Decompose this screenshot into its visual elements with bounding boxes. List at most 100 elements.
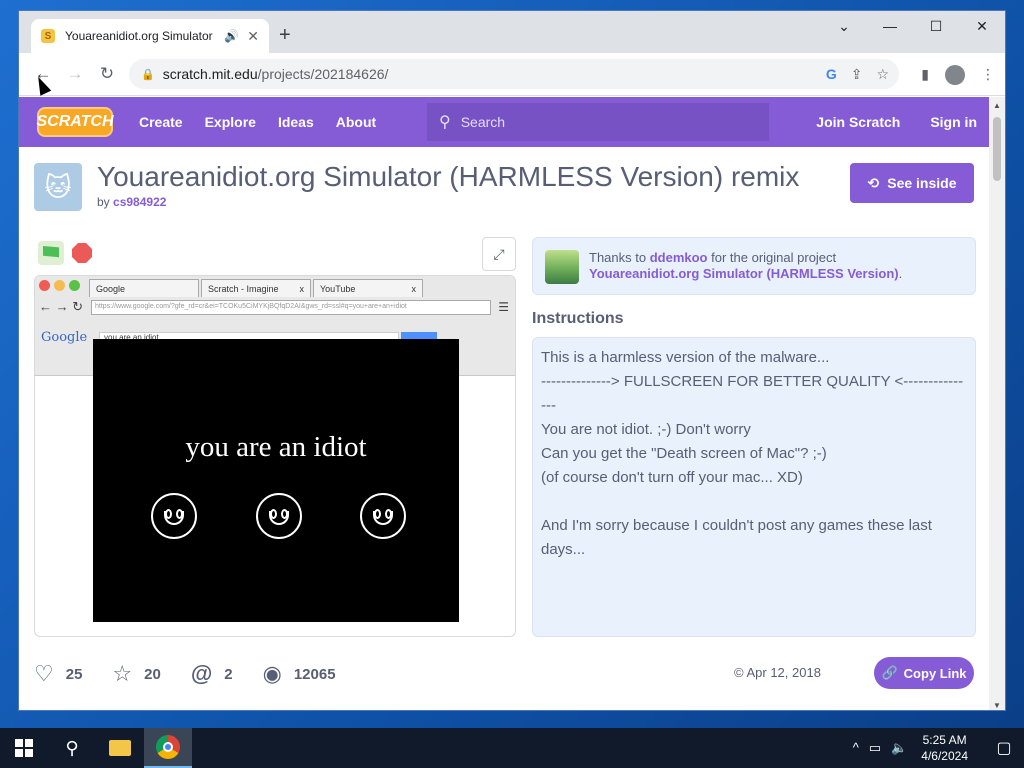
- see-inside-label: See inside: [887, 175, 957, 191]
- clock[interactable]: 5:25 AM 4/6/2024: [921, 732, 968, 764]
- url-host: scratch.mit.edu: [162, 66, 258, 82]
- views-stat: ◉ 12065: [262, 661, 336, 686]
- maximize-button[interactable]: ☐: [913, 11, 959, 41]
- scratch-logo[interactable]: SCRATCH: [36, 107, 114, 137]
- clock-time: 5:25 AM: [922, 733, 967, 747]
- idiot-popup: you are an idiot: [93, 339, 459, 622]
- share-icon[interactable]: ⇪: [851, 66, 863, 83]
- profile-avatar-icon[interactable]: [945, 64, 965, 85]
- project-stage[interactable]: Google Scratch - Imagine x YouTube x ← → ↻…: [34, 275, 516, 637]
- copy-link-button[interactable]: 🔗 Copy Link: [874, 657, 974, 689]
- clock-date: 4/6/2024: [921, 749, 968, 763]
- project-stats: ♡ 25 ☆ 20 @2 ◉ 12065 © Apr 12, 2018 🔗 Copy L…: [34, 657, 974, 691]
- lock-icon[interactable]: 🔒: [141, 68, 155, 81]
- nav-about[interactable]: About: [336, 114, 376, 130]
- speaker-icon[interactable]: 🔊: [224, 29, 239, 43]
- green-flag-icon: [43, 246, 59, 258]
- project-header: 🐱 Youareanidiot.org Simulator (HARMLESS …: [34, 161, 974, 219]
- favorite-stat[interactable]: ☆ 20: [112, 661, 160, 687]
- smiley-icon: [151, 493, 197, 539]
- scroll-down-icon[interactable]: ▼: [989, 701, 1005, 710]
- fake-url-bar: https://www.google.com/?gfe_rd=cr&ei=TCO…: [91, 300, 491, 315]
- link-icon: 🔗: [881, 665, 898, 680]
- sign-in-link[interactable]: Sign in: [930, 114, 977, 130]
- search-input[interactable]: ⚲ Search: [427, 103, 769, 141]
- eye-icon: ◉: [262, 661, 282, 686]
- bookmark-star-icon[interactable]: ☆: [876, 66, 889, 83]
- love-stat[interactable]: ♡ 25: [34, 661, 82, 687]
- browser-tab[interactable]: S Youareanidiot.org Simulator 🔊 ✕: [31, 19, 269, 53]
- green-flag-button[interactable]: [38, 241, 64, 265]
- forward-button[interactable]: →: [59, 64, 91, 84]
- close-tab-icon[interactable]: ✕: [247, 28, 259, 45]
- google-lens-icon[interactable]: G: [826, 66, 837, 82]
- nav-ideas[interactable]: Ideas: [278, 114, 314, 130]
- original-author-link[interactable]: ddemkoo: [650, 250, 708, 265]
- side-panel-icon[interactable]: ▮: [921, 66, 929, 83]
- smiley-icon: [256, 493, 302, 539]
- author-avatar[interactable]: 🐱: [34, 163, 82, 211]
- player-controls: ⤢: [34, 237, 516, 271]
- notification-icon[interactable]: ▢: [984, 738, 1024, 758]
- remix-icon: ⟲: [867, 174, 880, 191]
- browser-toolbar: ← → ↻ 🔒 scratch.mit.edu/projects/2021846…: [19, 53, 1005, 96]
- windows-logo-icon: [15, 739, 33, 757]
- tab-strip: S Youareanidiot.org Simulator 🔊 ✕ + ⌄ — …: [19, 11, 1005, 53]
- address-bar[interactable]: 🔒 scratch.mit.edu/projects/202184626/ G …: [129, 59, 899, 89]
- url-path: /projects/202184626/: [257, 66, 389, 82]
- shared-date: © Apr 12, 2018: [734, 665, 821, 680]
- fake-tab-scratch: Scratch - Imagine x: [201, 279, 311, 297]
- project-title: Youareanidiot.org Simulator (HARMLESS Ve…: [97, 161, 800, 192]
- scratch-navbar: SCRATCH Create Explore Ideas About ⚲ Sea…: [19, 97, 991, 147]
- original-project-link[interactable]: Youareanidiot.org Simulator (HARMLESS Ve…: [589, 266, 899, 281]
- folder-icon: [109, 740, 131, 756]
- reload-button[interactable]: ↻: [91, 64, 123, 84]
- remix-spiral-icon: @: [190, 661, 213, 686]
- heart-icon: ♡: [34, 661, 54, 686]
- stop-button[interactable]: [72, 243, 92, 263]
- remix-stat: @2: [190, 661, 233, 686]
- browser-window: S Youareanidiot.org Simulator 🔊 ✕ + ⌄ — …: [18, 10, 1006, 711]
- by-label: by: [97, 195, 110, 209]
- show-hidden-icons-icon[interactable]: ^: [853, 740, 859, 756]
- taskbar-search-button[interactable]: ⚲: [48, 728, 96, 768]
- remix-credit-box: Thanks to ddemkoo for the original proje…: [532, 237, 976, 295]
- scratch-favicon-icon: S: [41, 29, 55, 43]
- network-icon[interactable]: ▭: [869, 740, 881, 756]
- start-button[interactable]: [0, 728, 48, 768]
- fake-tab-google: Google: [89, 279, 199, 297]
- search-placeholder: Search: [460, 114, 506, 130]
- scroll-up-icon[interactable]: ▲: [989, 101, 1005, 110]
- volume-muted-icon[interactable]: 🔈: [891, 740, 907, 756]
- original-project-thumbnail[interactable]: [545, 250, 579, 284]
- page-scrollbar[interactable]: ▲ ▼: [989, 97, 1005, 710]
- chrome-icon: [156, 735, 180, 759]
- chrome-menu-icon[interactable]: ⋮: [981, 66, 995, 83]
- nav-create[interactable]: Create: [139, 114, 183, 130]
- instructions-text: This is a harmless version of the malwar…: [532, 337, 976, 637]
- fake-tab-youtube: YouTube x: [313, 279, 423, 297]
- file-explorer-button[interactable]: [96, 728, 144, 768]
- tab-search-button[interactable]: ⌄: [821, 11, 867, 41]
- minimize-button[interactable]: —: [867, 11, 913, 41]
- join-scratch-link[interactable]: Join Scratch: [816, 114, 900, 130]
- close-window-button[interactable]: ✕: [959, 11, 1005, 41]
- system-tray: ^ ▭ 🔈 5:25 AM 4/6/2024 ▢: [853, 728, 1024, 768]
- new-tab-button[interactable]: +: [279, 25, 291, 45]
- chrome-taskbar-button[interactable]: [144, 728, 192, 768]
- author-link[interactable]: cs984922: [113, 195, 166, 209]
- idiot-text: you are an idiot: [185, 431, 367, 463]
- scroll-thumb[interactable]: [993, 117, 1001, 181]
- see-inside-button[interactable]: ⟲ See inside: [850, 163, 974, 203]
- star-icon: ☆: [112, 661, 133, 686]
- nav-explore[interactable]: Explore: [205, 114, 256, 130]
- smiley-icon: [360, 493, 406, 539]
- fullscreen-button[interactable]: ⤢: [482, 237, 516, 271]
- remix-credit-text: Thanks to ddemkoo for the original proje…: [589, 250, 903, 281]
- taskbar: ⚲ ^ ▭ 🔈 5:25 AM 4/6/2024 ▢: [0, 728, 1024, 768]
- fake-google-logo: Google: [41, 330, 88, 345]
- search-icon: ⚲: [439, 114, 451, 131]
- project-byline: by cs984922: [97, 195, 166, 209]
- scratch-page: SCRATCH Create Explore Ideas About ⚲ Sea…: [19, 97, 991, 710]
- search-icon: ⚲: [65, 737, 79, 758]
